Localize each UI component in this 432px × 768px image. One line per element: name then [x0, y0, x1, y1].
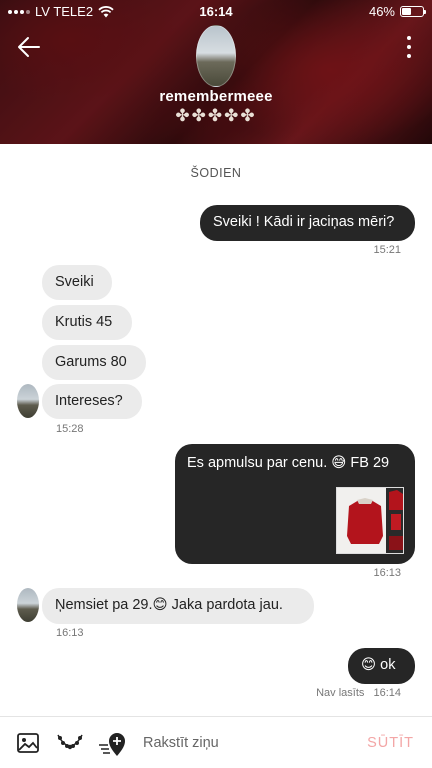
- read-status: Nav lasīts 16:14: [316, 687, 401, 699]
- rating-stars: ✤✤✤✤✤: [175, 106, 257, 125]
- username[interactable]: remembermeee: [0, 88, 432, 105]
- status-bar: LV TELE2 16:14 46%: [0, 0, 432, 22]
- message-time: 15:28: [56, 423, 84, 435]
- message-text: Ņemsiet pa 29.😊 Jaka pardota jau.: [55, 597, 283, 613]
- message-text: Krutis 45: [55, 314, 113, 330]
- message-outgoing[interactable]: Sveiki ! Kādi ir jaciņas mēri?: [200, 205, 415, 241]
- attach-item-button[interactable]: [56, 731, 84, 757]
- message-outgoing[interactable]: 😊 ok: [348, 648, 415, 684]
- message-composer: Rakstīt ziņu SŪTĪT: [0, 716, 432, 768]
- message-incoming[interactable]: Krutis 45: [42, 305, 132, 340]
- read-status-label: Nav lasīts: [316, 687, 365, 699]
- necklace-icon: [57, 734, 83, 750]
- attach-image-button[interactable]: [16, 731, 42, 757]
- more-options-button[interactable]: [404, 36, 414, 58]
- location-pin-icon: [99, 733, 125, 756]
- battery-icon: [400, 6, 426, 17]
- message-input[interactable]: Rakstīt ziņu: [143, 735, 219, 751]
- share-location-button[interactable]: [98, 731, 128, 757]
- send-button[interactable]: SŪTĪT: [367, 735, 414, 751]
- back-arrow-icon: [18, 37, 40, 57]
- message-text: 😊 ok: [361, 657, 396, 673]
- message-incoming[interactable]: Intereses?: [42, 384, 142, 419]
- more-vertical-icon: [407, 36, 411, 40]
- sender-avatar[interactable]: [17, 588, 39, 622]
- clock: 16:14: [199, 4, 233, 19]
- battery-percent: 46%: [368, 4, 395, 19]
- message-text: Sveiki ! Kādi ir jaciņas mēri?: [213, 214, 395, 230]
- message-time: 16:13: [373, 567, 401, 579]
- image-icon: [17, 733, 39, 753]
- message-text: Garums 80: [55, 354, 127, 370]
- attached-photo[interactable]: [336, 487, 404, 554]
- conversation-header: LV TELE2 16:14 46% remembermeee ✤✤✤✤✤: [0, 0, 432, 144]
- message-time: 16:13: [56, 627, 84, 639]
- message-time: 16:14: [373, 687, 401, 699]
- profile-avatar[interactable]: [196, 25, 236, 87]
- message-text: Sveiki: [55, 274, 94, 290]
- message-time: 15:21: [373, 244, 401, 256]
- message-incoming[interactable]: Ņemsiet pa 29.😊 Jaka pardota jau.: [42, 588, 314, 624]
- message-incoming[interactable]: Sveiki: [42, 265, 112, 300]
- message-text: Es apmulsu par cenu. 😅 FB 29: [187, 455, 390, 471]
- day-separator: ŠODIEN: [190, 166, 242, 180]
- back-button[interactable]: [14, 32, 44, 62]
- message-text: Intereses?: [55, 393, 123, 409]
- message-incoming[interactable]: Garums 80: [42, 345, 146, 380]
- jacket-photo-image: [337, 488, 403, 553]
- sender-avatar[interactable]: [17, 384, 39, 418]
